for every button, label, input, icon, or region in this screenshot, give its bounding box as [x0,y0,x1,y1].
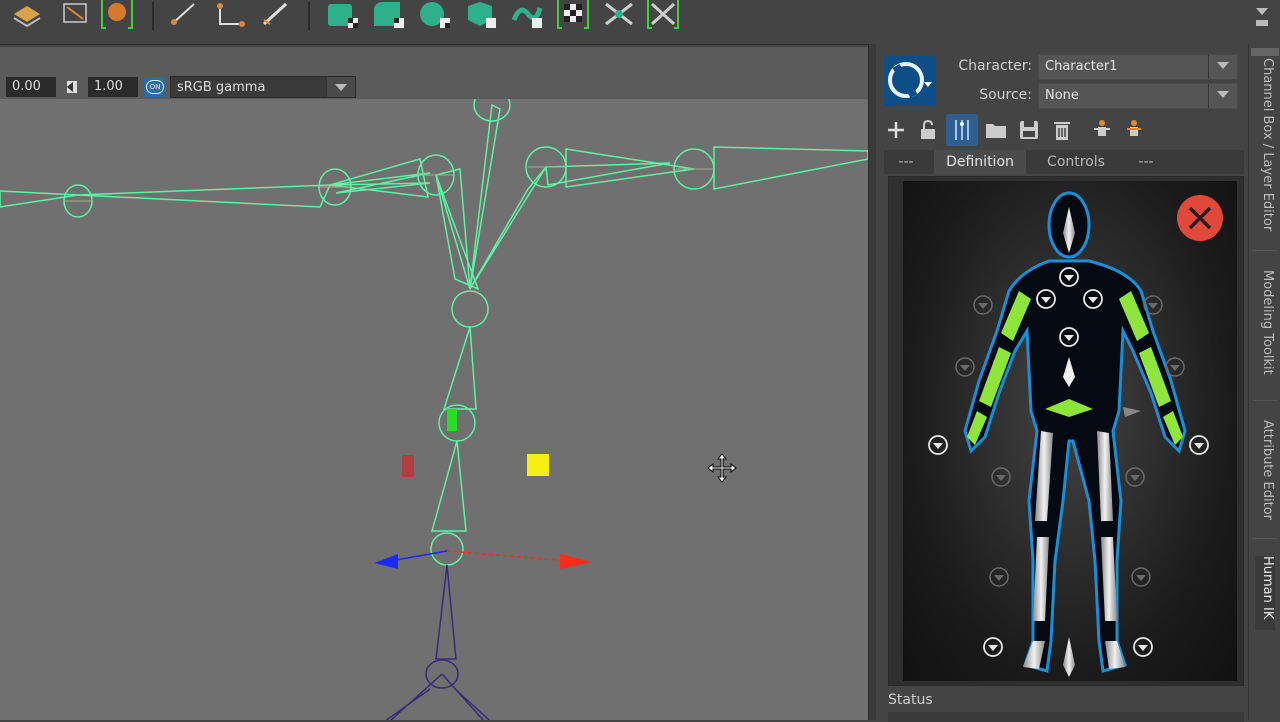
character-label: Character: [958,58,1032,74]
colorspace-dropdown-value: sRGB gamma [177,80,266,95]
gamma-icon[interactable] [64,79,80,95]
move-cursor-icon [707,453,737,483]
import-icon[interactable] [1122,118,1146,142]
lattice-icon[interactable] [556,0,590,30]
viewport-toolbar: 0.00 1.00 ON sRGB gamma [0,47,868,99]
status-label: Status [888,692,933,708]
joint-skeleton[interactable] [0,99,868,566]
layers-icon[interactable] [10,0,44,30]
lock-icon[interactable] [916,118,940,142]
close-icon[interactable] [1175,193,1225,243]
side-tab-strip: Channel Box / Layer Editor Modeling Tool… [1248,44,1280,720]
tab-separator [1253,538,1277,539]
paint-weights-icon[interactable] [100,0,134,30]
chevron-down-icon [1208,55,1237,79]
chevron-down-icon [1208,84,1237,108]
create-character-icon[interactable] [884,118,908,142]
open-folder-icon[interactable] [984,118,1008,142]
tab-controls[interactable]: Controls [1036,150,1116,174]
tab-separator [1253,400,1277,401]
scroll-grip[interactable] [1251,48,1279,56]
selected-handle-red[interactable] [402,455,414,477]
shelf-toolbar [0,0,1280,45]
leg-skeleton[interactable] [360,564,510,720]
delete-icon[interactable] [1050,118,1074,142]
save-icon[interactable] [1017,118,1041,142]
character-dropdown-value: Character1 [1045,59,1118,74]
tab-definition[interactable]: Definition [934,150,1026,174]
bind-skin-icon[interactable] [326,0,360,30]
hik-logo-icon[interactable] [884,56,936,106]
toolbar-separator [308,2,310,30]
tab-more-right[interactable]: --- [1124,150,1168,174]
ik-handle-icon[interactable] [214,0,248,30]
exposure-field[interactable]: 0.00 [6,77,56,97]
source-dropdown[interactable]: None [1038,83,1238,109]
ik-spline-icon[interactable] [260,0,294,30]
shelf-options-icon[interactable] [1252,2,1272,32]
gamma-field[interactable]: 1.00 [88,77,138,97]
skin-cluster-icon[interactable] [464,0,498,30]
character-definition-view [888,176,1244,686]
joint-tool-icon[interactable] [166,0,200,30]
colorspace-toggle[interactable]: ON [144,77,166,97]
chevron-down-icon [326,77,355,97]
tab-modeling-toolkit[interactable]: Modeling Toolkit [1255,270,1275,375]
status-field [888,712,1244,722]
viewport-scene[interactable] [0,99,868,720]
skeleton-viewport-graphic [0,99,868,720]
tab-channel-box[interactable]: Channel Box / Layer Editor [1255,58,1275,231]
viewport-panel[interactable]: 0.00 1.00 ON sRGB gamma [0,47,868,720]
tab-human-ik[interactable]: Human IK [1255,556,1275,630]
skeleton-mode-button[interactable] [946,114,978,146]
tab-attribute-editor[interactable]: Attribute Editor [1255,420,1275,520]
colorspace-toggle-label: ON [146,80,164,94]
move-manipulator[interactable] [374,405,592,569]
colorspace-dropdown[interactable]: sRGB gamma [170,76,356,98]
character-dropdown[interactable]: Character1 [1038,54,1238,80]
tab-more-left[interactable]: --- [884,150,928,174]
unbind-skin-icon[interactable] [418,0,452,30]
blend-shape-icon[interactable] [646,0,680,30]
figure-background [903,181,1237,681]
export-icon[interactable] [1090,118,1114,142]
source-dropdown-value: None [1045,88,1079,103]
skeleton-icon [955,120,969,140]
cluster-icon[interactable] [602,0,636,30]
toolbar-separator [152,2,154,30]
character-figure[interactable] [903,181,1237,681]
rigid-bind-icon[interactable] [372,0,406,30]
selected-handle-yellow[interactable] [527,454,549,476]
source-label: Source: [979,87,1032,103]
wire-deformer-icon[interactable] [510,0,544,30]
hik-tabs: --- Definition Controls --- [884,150,1244,174]
human-ik-panel: Character: Character1 Source: None --- D… [876,44,1248,722]
bounding-box-icon[interactable] [58,0,92,30]
tab-separator [1253,250,1277,251]
